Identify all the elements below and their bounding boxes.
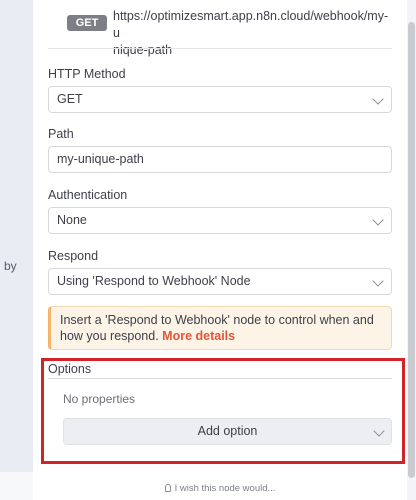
http-method-label: HTTP Method bbox=[48, 67, 126, 81]
chevron-down-icon bbox=[372, 275, 384, 287]
add-option-button[interactable]: Add option bbox=[63, 418, 392, 445]
feedback-text: I wish this node would... bbox=[174, 483, 276, 494]
authentication-label: Authentication bbox=[48, 188, 128, 202]
authentication-select[interactable]: None bbox=[48, 207, 392, 234]
add-option-label: Add option bbox=[197, 424, 258, 438]
path-input[interactable]: my-unique-path bbox=[48, 146, 392, 173]
lightbulb-icon bbox=[164, 484, 171, 492]
scrollbar-thumb[interactable] bbox=[408, 22, 415, 478]
respond-notice: Insert a 'Respond to Webhook' node to co… bbox=[48, 306, 392, 350]
http-method-badge: GET bbox=[67, 15, 107, 31]
path-value: my-unique-path bbox=[57, 152, 144, 166]
respond-select[interactable]: Using 'Respond to Webhook' Node bbox=[48, 268, 392, 295]
feedback-link[interactable]: I wish this node would... bbox=[33, 483, 407, 494]
options-highlight-box bbox=[41, 358, 405, 464]
webhook-url-line1: https://optimizesmart.app.n8n.cloud/webh… bbox=[113, 9, 389, 40]
canvas-left-strip: by bbox=[0, 0, 33, 500]
divider bbox=[48, 48, 392, 49]
respond-label: Respond bbox=[48, 249, 99, 263]
authentication-value: None bbox=[57, 213, 87, 227]
http-method-select[interactable]: GET bbox=[48, 86, 392, 113]
canvas-text-by: by bbox=[4, 259, 17, 273]
more-details-link[interactable]: More details bbox=[162, 329, 235, 343]
webhook-url-line2: nique-path bbox=[113, 43, 173, 57]
http-method-value: GET bbox=[57, 92, 83, 106]
chevron-down-icon bbox=[372, 214, 384, 226]
options-title: Options bbox=[48, 362, 92, 376]
canvas-bottom-area bbox=[0, 472, 33, 500]
webhook-url[interactable]: https://optimizesmart.app.n8n.cloud/webh… bbox=[113, 8, 393, 59]
chevron-down-icon bbox=[373, 425, 385, 437]
chevron-down-icon bbox=[372, 93, 384, 105]
respond-value: Using 'Respond to Webhook' Node bbox=[57, 274, 251, 288]
no-properties-text: No properties bbox=[63, 392, 136, 406]
path-label: Path bbox=[48, 127, 74, 141]
options-divider bbox=[48, 378, 392, 379]
